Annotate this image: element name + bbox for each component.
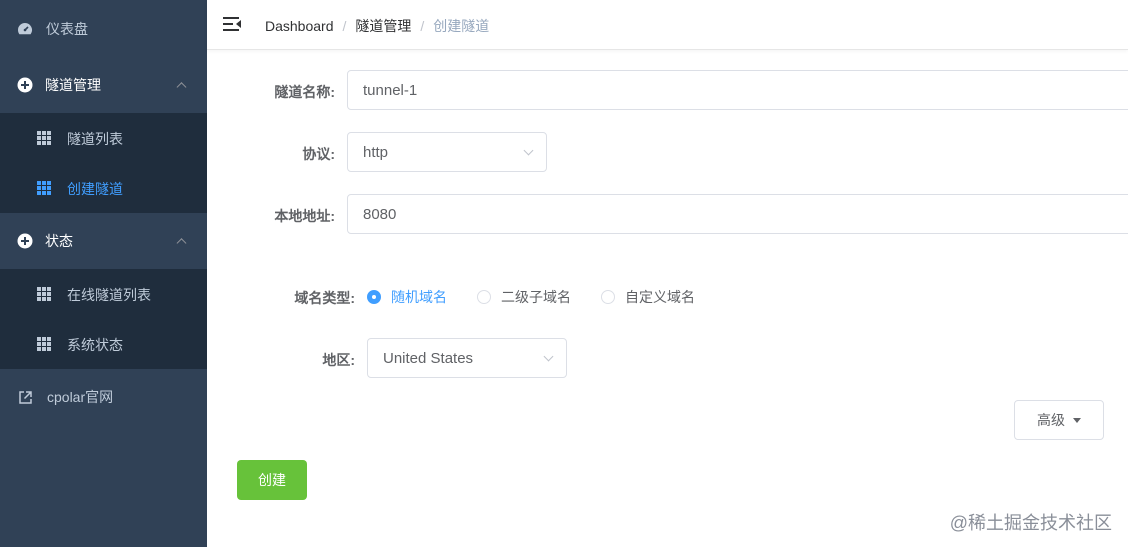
breadcrumb-separator: /: [420, 18, 425, 34]
radio-dot: [477, 290, 491, 304]
external-link-icon: [17, 389, 33, 405]
sidebar-item-create-tunnel[interactable]: 创建隧道: [0, 163, 207, 213]
chevron-up-icon: [176, 82, 187, 93]
radio-label: 随机域名: [391, 289, 447, 305]
chevron-down-icon: [523, 145, 534, 156]
sidebar-item-tunnel-mgmt[interactable]: 隧道管理: [0, 57, 207, 113]
advanced-label: 高级: [1037, 412, 1065, 428]
sidebar-item-label: 在线隧道列表: [67, 287, 151, 303]
sidebar: 仪表盘 隧道管理 隧道列表 创建隧道 状态 在线隧道列表 系统状态 cpolar…: [0, 0, 207, 547]
hamburger-icon[interactable]: [223, 16, 241, 32]
table-icon: [37, 287, 51, 301]
sidebar-item-label: cpolar官网: [47, 389, 114, 405]
radio-dot: [367, 290, 381, 304]
sidebar-item-dashboard[interactable]: 仪表盘: [0, 0, 207, 57]
create-label: 创建: [258, 472, 286, 488]
radio-label: 二级子域名: [501, 289, 571, 305]
breadcrumb-item-create-tunnel: 创建隧道: [433, 18, 490, 34]
protocol-label: 协议:: [302, 146, 335, 162]
chevron-down-icon: [543, 351, 554, 362]
table-icon: [37, 337, 51, 351]
local-address-value: 8080: [363, 205, 397, 223]
caret-down-icon: [1073, 417, 1081, 423]
advanced-button[interactable]: 高级: [1014, 400, 1104, 440]
tunnel-name-value: tunnel-1: [363, 81, 418, 99]
radio-dot: [601, 290, 615, 304]
radio-random-domain[interactable]: 随机域名: [367, 287, 447, 307]
plus-circle-icon: [17, 77, 33, 93]
watermark: @稀土掘金技术社区: [949, 513, 1112, 533]
sidebar-item-status[interactable]: 状态: [0, 213, 207, 269]
sidebar-item-tunnel-list[interactable]: 隧道列表: [0, 113, 207, 163]
create-button[interactable]: 创建: [237, 460, 307, 500]
protocol-select[interactable]: http: [347, 132, 547, 172]
dashboard-icon: [17, 21, 33, 37]
local-address-label: 本地地址:: [274, 208, 335, 224]
plus-circle-icon: [17, 233, 33, 249]
sidebar-item-label: 状态: [45, 233, 73, 249]
breadcrumb: Dashboard / 隧道管理 / 创建隧道: [265, 16, 489, 36]
sidebar-item-cpolar-site[interactable]: cpolar官网: [0, 369, 207, 425]
sidebar-item-label: 创建隧道: [67, 181, 123, 197]
region-label: 地区:: [322, 352, 355, 368]
radio-custom-domain[interactable]: 自定义域名: [601, 287, 695, 307]
region-select[interactable]: United States: [367, 338, 567, 378]
breadcrumb-separator: /: [342, 18, 347, 34]
domain-type-label: 域名类型:: [294, 290, 355, 306]
breadcrumb-item-dashboard[interactable]: Dashboard: [265, 18, 334, 34]
radio-subdomain[interactable]: 二级子域名: [477, 287, 571, 307]
navbar: Dashboard / 隧道管理 / 创建隧道: [207, 0, 1128, 50]
local-address-input[interactable]: 8080: [347, 194, 1128, 234]
table-icon: [37, 181, 51, 195]
chevron-up-icon: [176, 238, 187, 249]
tunnel-name-label: 隧道名称:: [274, 84, 335, 100]
sidebar-item-label: 仪表盘: [46, 20, 88, 37]
sidebar-item-label: 隧道列表: [67, 131, 123, 147]
sidebar-item-online-tunnels[interactable]: 在线隧道列表: [0, 269, 207, 319]
sidebar-item-label: 系统状态: [67, 337, 123, 353]
breadcrumb-item-tunnel-mgmt[interactable]: 隧道管理: [355, 16, 411, 36]
table-icon: [37, 131, 51, 145]
tunnel-name-input[interactable]: tunnel-1: [347, 70, 1128, 110]
sidebar-item-label: 隧道管理: [45, 77, 101, 93]
region-value: United States: [383, 349, 474, 367]
protocol-value: http: [363, 143, 389, 161]
sidebar-item-system-status[interactable]: 系统状态: [0, 319, 207, 369]
radio-label: 自定义域名: [625, 289, 695, 305]
